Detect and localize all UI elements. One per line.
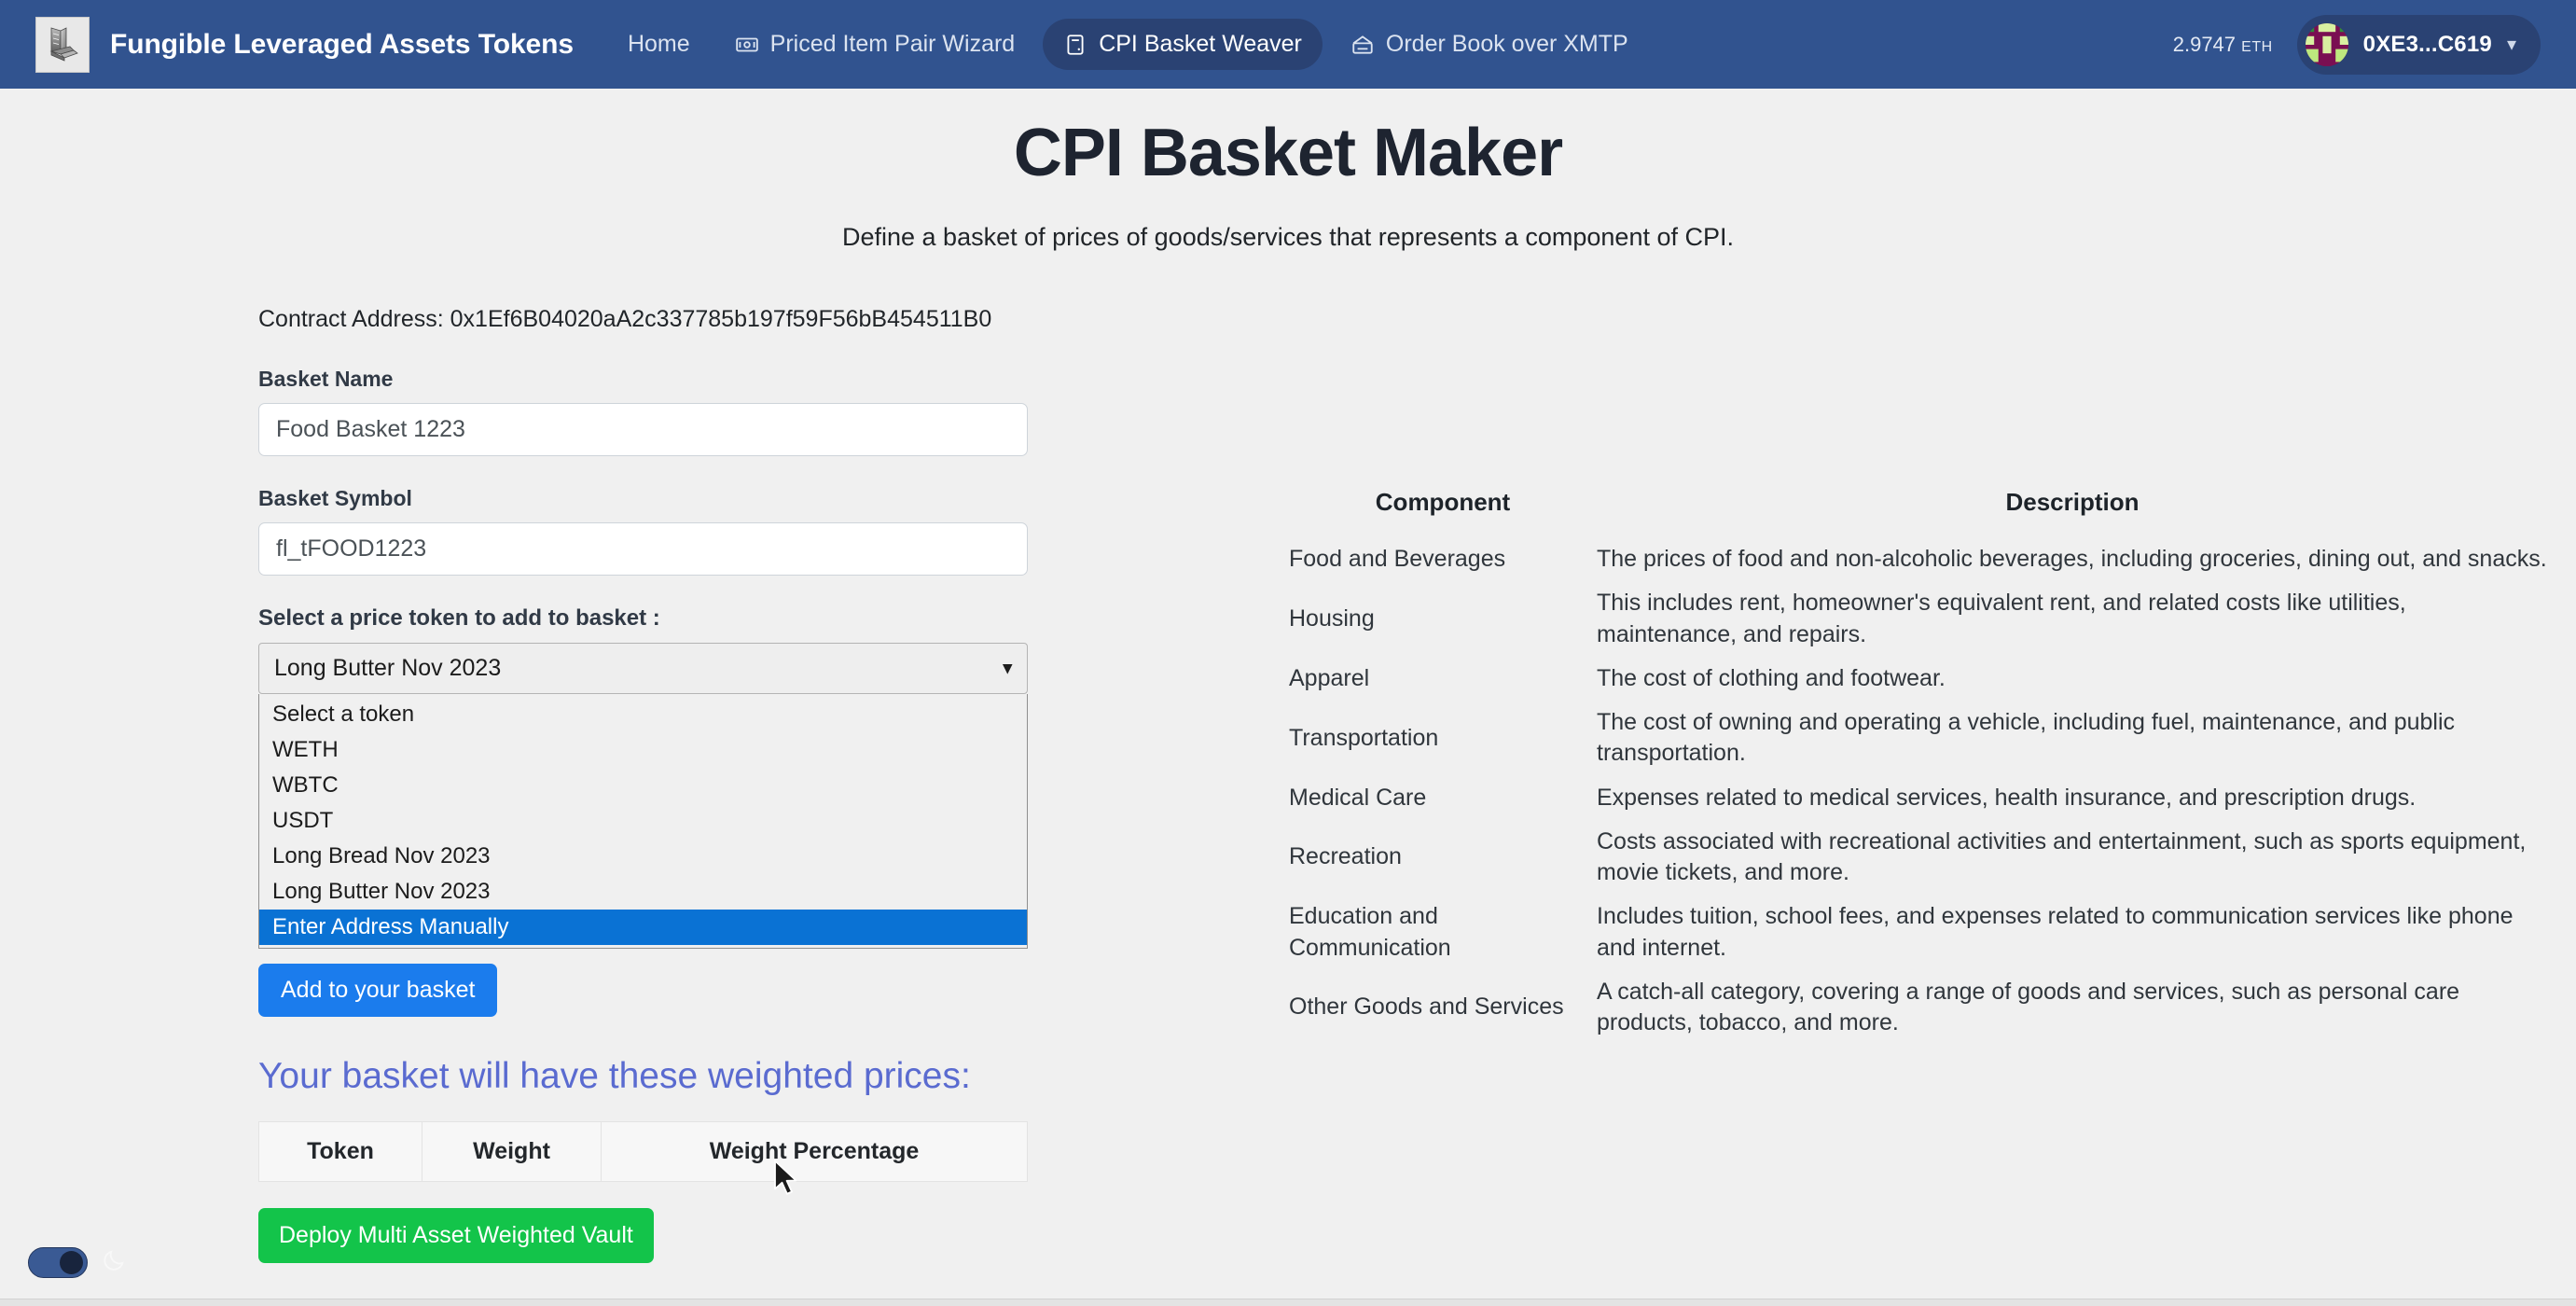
option-item[interactable]: USDT xyxy=(259,803,1027,839)
banknote-icon xyxy=(735,33,759,57)
top-navbar: Fungible Leveraged Assets Tokens Home Pr… xyxy=(0,0,2576,89)
option-item[interactable]: WBTC xyxy=(259,768,1027,803)
weight-table-header-row: Token Weight Weight Percentage xyxy=(258,1121,1028,1182)
cpi-component-name: Medical Care xyxy=(1289,784,1427,811)
cpi-component-description: The cost of clothing and footwear. xyxy=(1597,664,1946,691)
option-item[interactable]: WETH xyxy=(259,732,1027,768)
clipboard-icon xyxy=(1063,33,1087,57)
option-label: USDT xyxy=(272,808,334,833)
nav-item-priced-item-pair-wizard[interactable]: Priced Item Pair Wizard xyxy=(714,19,1036,70)
option-label: Long Bread Nov 2023 xyxy=(272,843,491,868)
cpi-component-name: Housing xyxy=(1289,604,1375,632)
envelope-icon xyxy=(1350,33,1375,57)
nav-item-home[interactable]: Home xyxy=(611,19,707,70)
weight-table-header-token: Token xyxy=(258,1121,422,1182)
cpi-component-name: Education and Communication xyxy=(1289,903,1451,961)
eth-balance-unit: ETH xyxy=(2241,38,2273,55)
token-select-value: Long Butter Nov 2023 xyxy=(274,655,502,681)
cpi-component-name: Transportation xyxy=(1289,724,1439,751)
cpi-components-column: Component Description Food and Beverages… xyxy=(1289,306,2576,1263)
table-row: Recreation Costs associated with recreat… xyxy=(1289,820,2548,896)
option-label: Long Butter Nov 2023 xyxy=(272,879,491,904)
cpi-component-description: This includes rent, homeowner's equivale… xyxy=(1597,590,2406,647)
basket-symbol-input[interactable] xyxy=(258,522,1028,576)
cpi-component-name: Apparel xyxy=(1289,664,1370,691)
cpi-component-name: Food and Beverages xyxy=(1289,546,1506,572)
nav-right-group: 2.9747 ETH 0XE3...C619 ▾ xyxy=(2173,14,2541,75)
table-row: Medical Care Expenses related to medical… xyxy=(1289,776,2548,820)
option-item[interactable]: Select a token xyxy=(259,697,1027,732)
wallet-address: 0XE3...C619 xyxy=(2362,31,2492,57)
cpi-table-header-description: Description xyxy=(2005,488,2140,516)
content-columns: Contract Address: 0x1Ef6B04020aA2c337785… xyxy=(0,306,2576,1263)
blockie-avatar xyxy=(2305,22,2348,66)
toggle-track[interactable] xyxy=(28,1247,88,1278)
cpi-component-description: Expenses related to medical services, he… xyxy=(1597,784,2417,811)
page-body: CPI Basket Maker Define a basket of pric… xyxy=(0,89,2576,1306)
add-to-basket-button[interactable]: Add to your basket xyxy=(258,964,498,1017)
cpi-component-name: Recreation xyxy=(1289,843,1402,870)
cpi-components-table: Component Description Food and Beverages… xyxy=(1289,488,2548,1045)
cpi-table-header-component: Component xyxy=(1375,488,1511,516)
weight-table: Token Weight Weight Percentage xyxy=(258,1121,1028,1182)
cpi-component-description: Includes tuition, school fees, and expen… xyxy=(1597,903,2514,961)
cpi-table-header-row: Component Description xyxy=(1289,488,2548,537)
nav-item-label: Order Book over XMTP xyxy=(1385,31,1628,57)
cpi-component-description: The cost of owning and operating a vehic… xyxy=(1597,709,2456,767)
nav-item-order-book-over-xmtp[interactable]: Order Book over XMTP xyxy=(1330,19,1649,70)
moon-icon xyxy=(101,1247,127,1278)
table-row: Transportation The cost of owning and op… xyxy=(1289,701,2548,776)
cpi-component-name: Other Goods and Services xyxy=(1289,993,1564,1021)
table-row: Apparel The cost of clothing and footwea… xyxy=(1289,657,2548,701)
weight-table-header-weight: Weight xyxy=(422,1121,602,1182)
basket-form-column: Contract Address: 0x1Ef6B04020aA2c337785… xyxy=(0,306,1289,1263)
bottom-strip xyxy=(0,1299,2576,1306)
dark-mode-toggle[interactable] xyxy=(28,1247,127,1278)
toggle-knob xyxy=(60,1251,83,1274)
page-subtitle: Define a basket of prices of goods/servi… xyxy=(841,223,1734,251)
option-item[interactable]: Long Butter Nov 2023 xyxy=(259,874,1027,910)
option-item-highlighted[interactable]: Enter Address Manually xyxy=(259,910,1027,945)
cube-stack-logo-icon xyxy=(35,16,90,73)
nav-links: Home Priced Item Pair Wizard CPI Basket … xyxy=(611,19,1649,70)
option-item[interactable]: Long Bread Nov 2023 xyxy=(259,839,1027,874)
basket-name-input[interactable] xyxy=(258,403,1028,456)
basket-name-label: Basket Name xyxy=(258,367,394,391)
brand-group[interactable]: Fungible Leveraged Assets Tokens xyxy=(35,16,574,73)
wallet-button[interactable]: 0XE3...C619 ▾ xyxy=(2296,14,2541,75)
basket-heading: Your basket will have these weighted pri… xyxy=(258,1056,971,1096)
token-select-label: Select a price token to add to basket : xyxy=(258,605,660,631)
contract-address: Contract Address: 0x1Ef6B04020aA2c337785… xyxy=(258,306,992,332)
token-select-options[interactable]: Select a token WETH WBTC USDT Long Bread… xyxy=(258,694,1028,949)
table-row: Housing This includes rent, homeowner's … xyxy=(1289,581,2548,657)
option-label: Enter Address Manually xyxy=(272,914,509,939)
cpi-component-description: A catch-all category, covering a range o… xyxy=(1597,978,2460,1035)
weight-table-header-weight-percentage: Weight Percentage xyxy=(601,1121,1028,1182)
chevron-down-icon: ▾ xyxy=(2506,34,2516,55)
eth-balance-value: 2.9747 xyxy=(2172,32,2237,56)
option-label: WBTC xyxy=(272,772,339,798)
nav-item-label: CPI Basket Weaver xyxy=(1099,31,1302,57)
chevron-down-icon: ▾ xyxy=(1003,659,1012,678)
page-title: CPI Basket Maker xyxy=(1013,116,1563,190)
table-row: Education and Communication Includes tui… xyxy=(1289,895,2548,970)
cpi-component-description: Costs associated with recreational activ… xyxy=(1597,827,2527,885)
token-select[interactable]: Long Butter Nov 2023 ▾ xyxy=(258,643,1028,694)
table-row: Food and Beverages The prices of food an… xyxy=(1289,537,2548,581)
brand-title: Fungible Leveraged Assets Tokens xyxy=(110,28,574,60)
eth-balance: 2.9747 ETH xyxy=(2173,33,2273,57)
nav-item-cpi-basket-weaver[interactable]: CPI Basket Weaver xyxy=(1043,19,1323,70)
option-label: WETH xyxy=(272,737,339,762)
cpi-component-description: The prices of food and non-alcoholic bev… xyxy=(1597,546,2547,572)
table-row: Other Goods and Services A catch-all cat… xyxy=(1289,970,2548,1046)
basket-symbol-label: Basket Symbol xyxy=(258,486,412,510)
option-label: Select a token xyxy=(272,702,415,727)
nav-item-label: Home xyxy=(627,31,690,57)
nav-item-label: Priced Item Pair Wizard xyxy=(769,31,1016,57)
deploy-vault-button[interactable]: Deploy Multi Asset Weighted Vault xyxy=(258,1208,654,1263)
